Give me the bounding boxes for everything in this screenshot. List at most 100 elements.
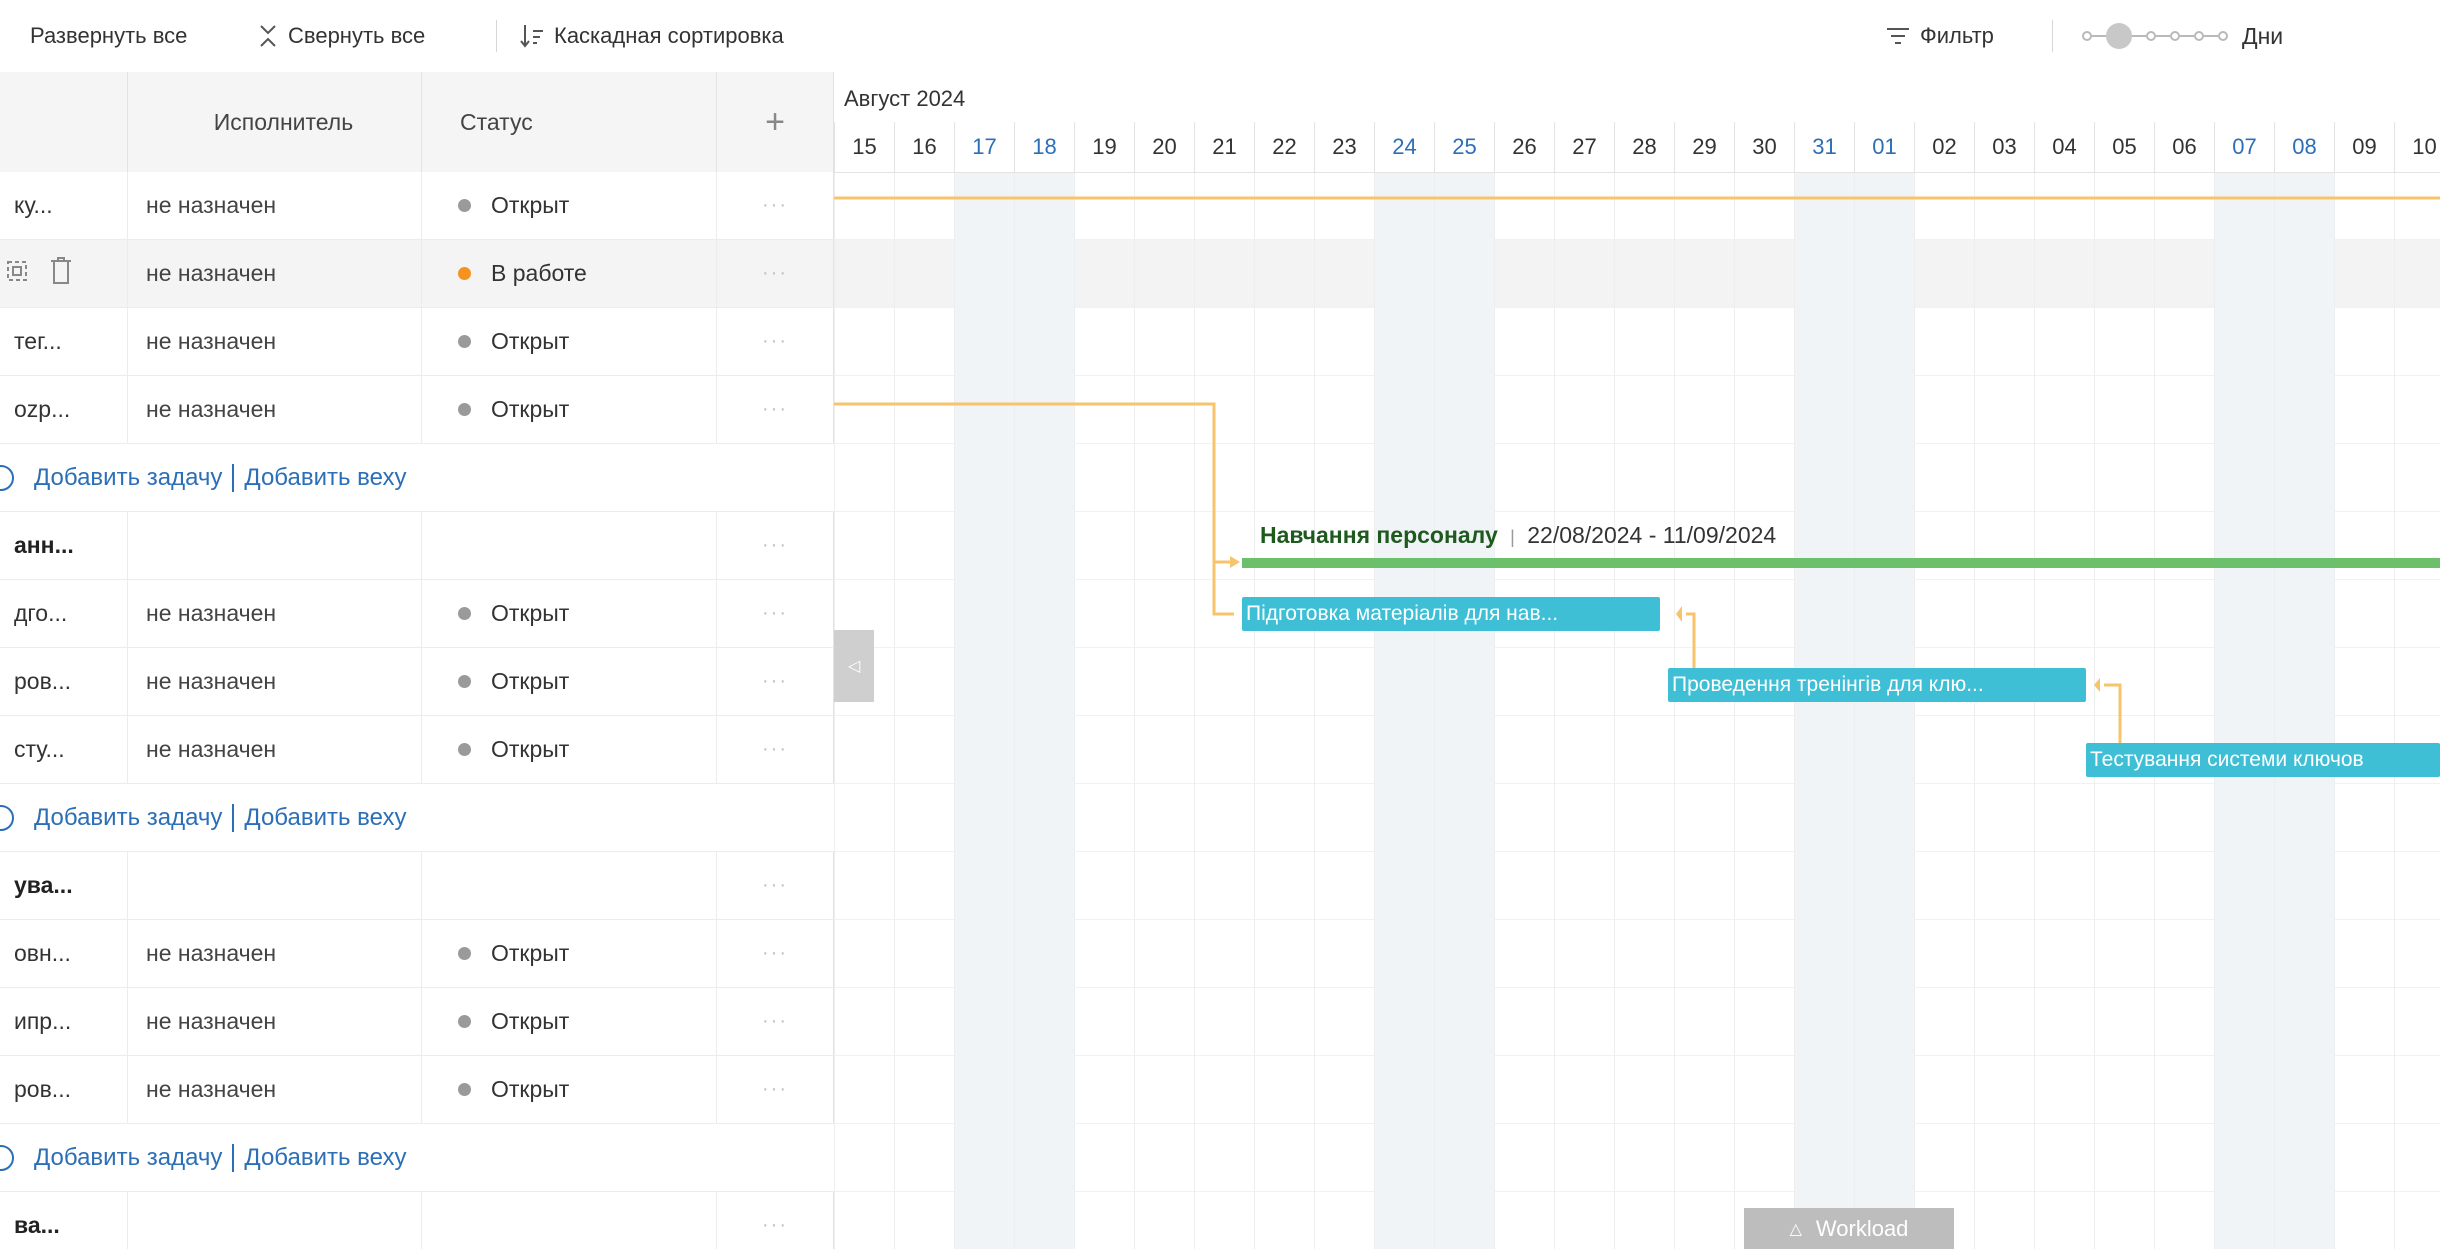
- zoom-step[interactable]: [2194, 31, 2204, 41]
- zoom-step[interactable]: [2170, 31, 2180, 41]
- more-options-icon[interactable]: ···: [717, 172, 834, 239]
- add-milestone-link[interactable]: Добавить веху: [244, 1144, 406, 1172]
- status-cell[interactable]: Открыт: [422, 648, 717, 715]
- add-row[interactable]: Добавить задачу Добавить веху: [0, 444, 834, 512]
- add-task-link[interactable]: Добавить задачу: [34, 804, 222, 832]
- more-options-icon[interactable]: ···: [717, 920, 834, 987]
- expand-all-button[interactable]: Развернуть все: [30, 0, 187, 72]
- status-cell[interactable]: Открыт: [422, 716, 717, 783]
- table-row[interactable]: ипр... не назначен Открыт ···: [0, 988, 834, 1056]
- table-row[interactable]: ozp... не назначен Открыт ···: [0, 376, 834, 444]
- status-cell[interactable]: Открыт: [422, 920, 717, 987]
- add-milestone-link[interactable]: Добавить веху: [244, 464, 406, 492]
- status-cell[interactable]: [422, 852, 717, 919]
- more-options-icon[interactable]: ···: [717, 308, 834, 375]
- add-task-link[interactable]: Добавить задачу: [34, 464, 222, 492]
- assignee-column-header[interactable]: Исполнитель: [128, 72, 422, 172]
- assignee-cell[interactable]: [128, 852, 422, 919]
- status-cell[interactable]: Открыт: [422, 308, 717, 375]
- copy-icon[interactable]: [4, 258, 30, 290]
- task-name[interactable]: ozp...: [0, 376, 128, 443]
- zoom-step[interactable]: [2146, 31, 2156, 41]
- status-cell[interactable]: [422, 512, 717, 579]
- more-options-icon[interactable]: ···: [717, 376, 834, 443]
- zoom-slider-handle[interactable]: [2106, 23, 2132, 49]
- add-circle-icon[interactable]: [0, 804, 14, 831]
- more-options-icon[interactable]: ···: [717, 1056, 834, 1123]
- assignee-cell[interactable]: не назначен: [128, 240, 422, 307]
- assignee-cell[interactable]: не назначен: [128, 308, 422, 375]
- collapse-all-button[interactable]: Свернуть все: [258, 0, 425, 72]
- status-column-header[interactable]: Статус: [422, 72, 717, 172]
- workload-toggle[interactable]: △ Workload: [1744, 1208, 1954, 1249]
- table-row[interactable]: овн... не назначен Открыт ···: [0, 920, 834, 988]
- task-bar[interactable]: Тестування системи ключов: [2086, 743, 2440, 777]
- status-cell[interactable]: Открыт: [422, 1056, 717, 1123]
- add-task-link[interactable]: Добавить задачу: [34, 1144, 222, 1172]
- status-cell[interactable]: В работе: [422, 240, 717, 307]
- add-circle-icon[interactable]: [0, 464, 14, 491]
- table-row[interactable]: не назначен В работе ···: [0, 240, 834, 308]
- status-cell[interactable]: Открыт: [422, 172, 717, 239]
- status-cell[interactable]: Открыт: [422, 376, 717, 443]
- table-row[interactable]: сту... не назначен Открыт ···: [0, 716, 834, 784]
- task-bar[interactable]: Підготовка матеріалів для нав...: [1242, 597, 1660, 631]
- more-options-icon[interactable]: ···: [717, 988, 834, 1055]
- phase-bar[interactable]: [1242, 558, 2440, 568]
- trash-icon[interactable]: [48, 256, 74, 292]
- add-milestone-link[interactable]: Добавить веху: [244, 804, 406, 832]
- task-bar[interactable]: Проведення тренінгів для клю...: [1668, 668, 2086, 702]
- assignee-cell[interactable]: [128, 512, 422, 579]
- assignee-cell[interactable]: не назначен: [128, 376, 422, 443]
- table-row[interactable]: ров... не назначен Открыт ···: [0, 648, 834, 716]
- task-name[interactable]: ува...: [0, 852, 128, 919]
- assignee-cell[interactable]: не назначен: [128, 172, 422, 239]
- task-name[interactable]: анн...: [0, 512, 128, 579]
- more-options-icon[interactable]: ···: [717, 512, 834, 579]
- add-row[interactable]: Добавить задачу Добавить веху: [0, 1124, 834, 1192]
- more-options-icon[interactable]: ···: [717, 240, 834, 307]
- table-row[interactable]: тег... не назначен Открыт ···: [0, 308, 834, 376]
- more-options-icon[interactable]: ···: [717, 648, 834, 715]
- filter-button[interactable]: Фильтр: [1886, 0, 1994, 72]
- assignee-cell[interactable]: не назначен: [128, 648, 422, 715]
- task-name[interactable]: ва...: [0, 1192, 128, 1249]
- phase-label[interactable]: Навчання персоналу | 22/08/2024 - 11/09/…: [1260, 522, 1776, 549]
- zoom-step[interactable]: [2082, 31, 2092, 41]
- task-name[interactable]: тег...: [0, 308, 128, 375]
- table-row[interactable]: ку... не назначен Открыт ···: [0, 172, 834, 240]
- name-column-header[interactable]: [0, 72, 128, 172]
- task-name[interactable]: ров...: [0, 648, 128, 715]
- group-row[interactable]: анн... ···: [0, 512, 834, 580]
- task-name[interactable]: овн...: [0, 920, 128, 987]
- cascade-sort-button[interactable]: Каскадная сортировка: [520, 0, 784, 72]
- assignee-cell[interactable]: не назначен: [128, 580, 422, 647]
- status-cell[interactable]: Открыт: [422, 988, 717, 1055]
- task-name[interactable]: ров...: [0, 1056, 128, 1123]
- add-circle-icon[interactable]: [0, 1144, 14, 1171]
- collapse-grid-handle[interactable]: ◁: [834, 630, 874, 702]
- task-name[interactable]: ку...: [0, 172, 128, 239]
- assignee-cell[interactable]: [128, 1192, 422, 1249]
- status-cell[interactable]: [422, 1192, 717, 1249]
- add-column-button[interactable]: +: [717, 72, 834, 172]
- task-name[interactable]: дго...: [0, 580, 128, 647]
- more-options-icon[interactable]: ···: [717, 716, 834, 783]
- assignee-cell[interactable]: не назначен: [128, 716, 422, 783]
- assignee-cell[interactable]: не назначен: [128, 1056, 422, 1123]
- assignee-cell[interactable]: не назначен: [128, 988, 422, 1055]
- table-row[interactable]: дго... не назначен Открыт ···: [0, 580, 834, 648]
- zoom-slider[interactable]: Дни: [2082, 0, 2283, 72]
- more-options-icon[interactable]: ···: [717, 852, 834, 919]
- add-row[interactable]: Добавить задачу Добавить веху: [0, 784, 834, 852]
- zoom-step[interactable]: [2218, 31, 2228, 41]
- table-row[interactable]: ров... не назначен Открыт ···: [0, 1056, 834, 1124]
- status-cell[interactable]: Открыт: [422, 580, 717, 647]
- more-options-icon[interactable]: ···: [717, 580, 834, 647]
- group-row[interactable]: ва... ···: [0, 1192, 834, 1249]
- task-name[interactable]: ипр...: [0, 988, 128, 1055]
- group-row[interactable]: ува... ···: [0, 852, 834, 920]
- assignee-cell[interactable]: не назначен: [128, 920, 422, 987]
- more-options-icon[interactable]: ···: [717, 1192, 834, 1249]
- task-name[interactable]: сту...: [0, 716, 128, 783]
